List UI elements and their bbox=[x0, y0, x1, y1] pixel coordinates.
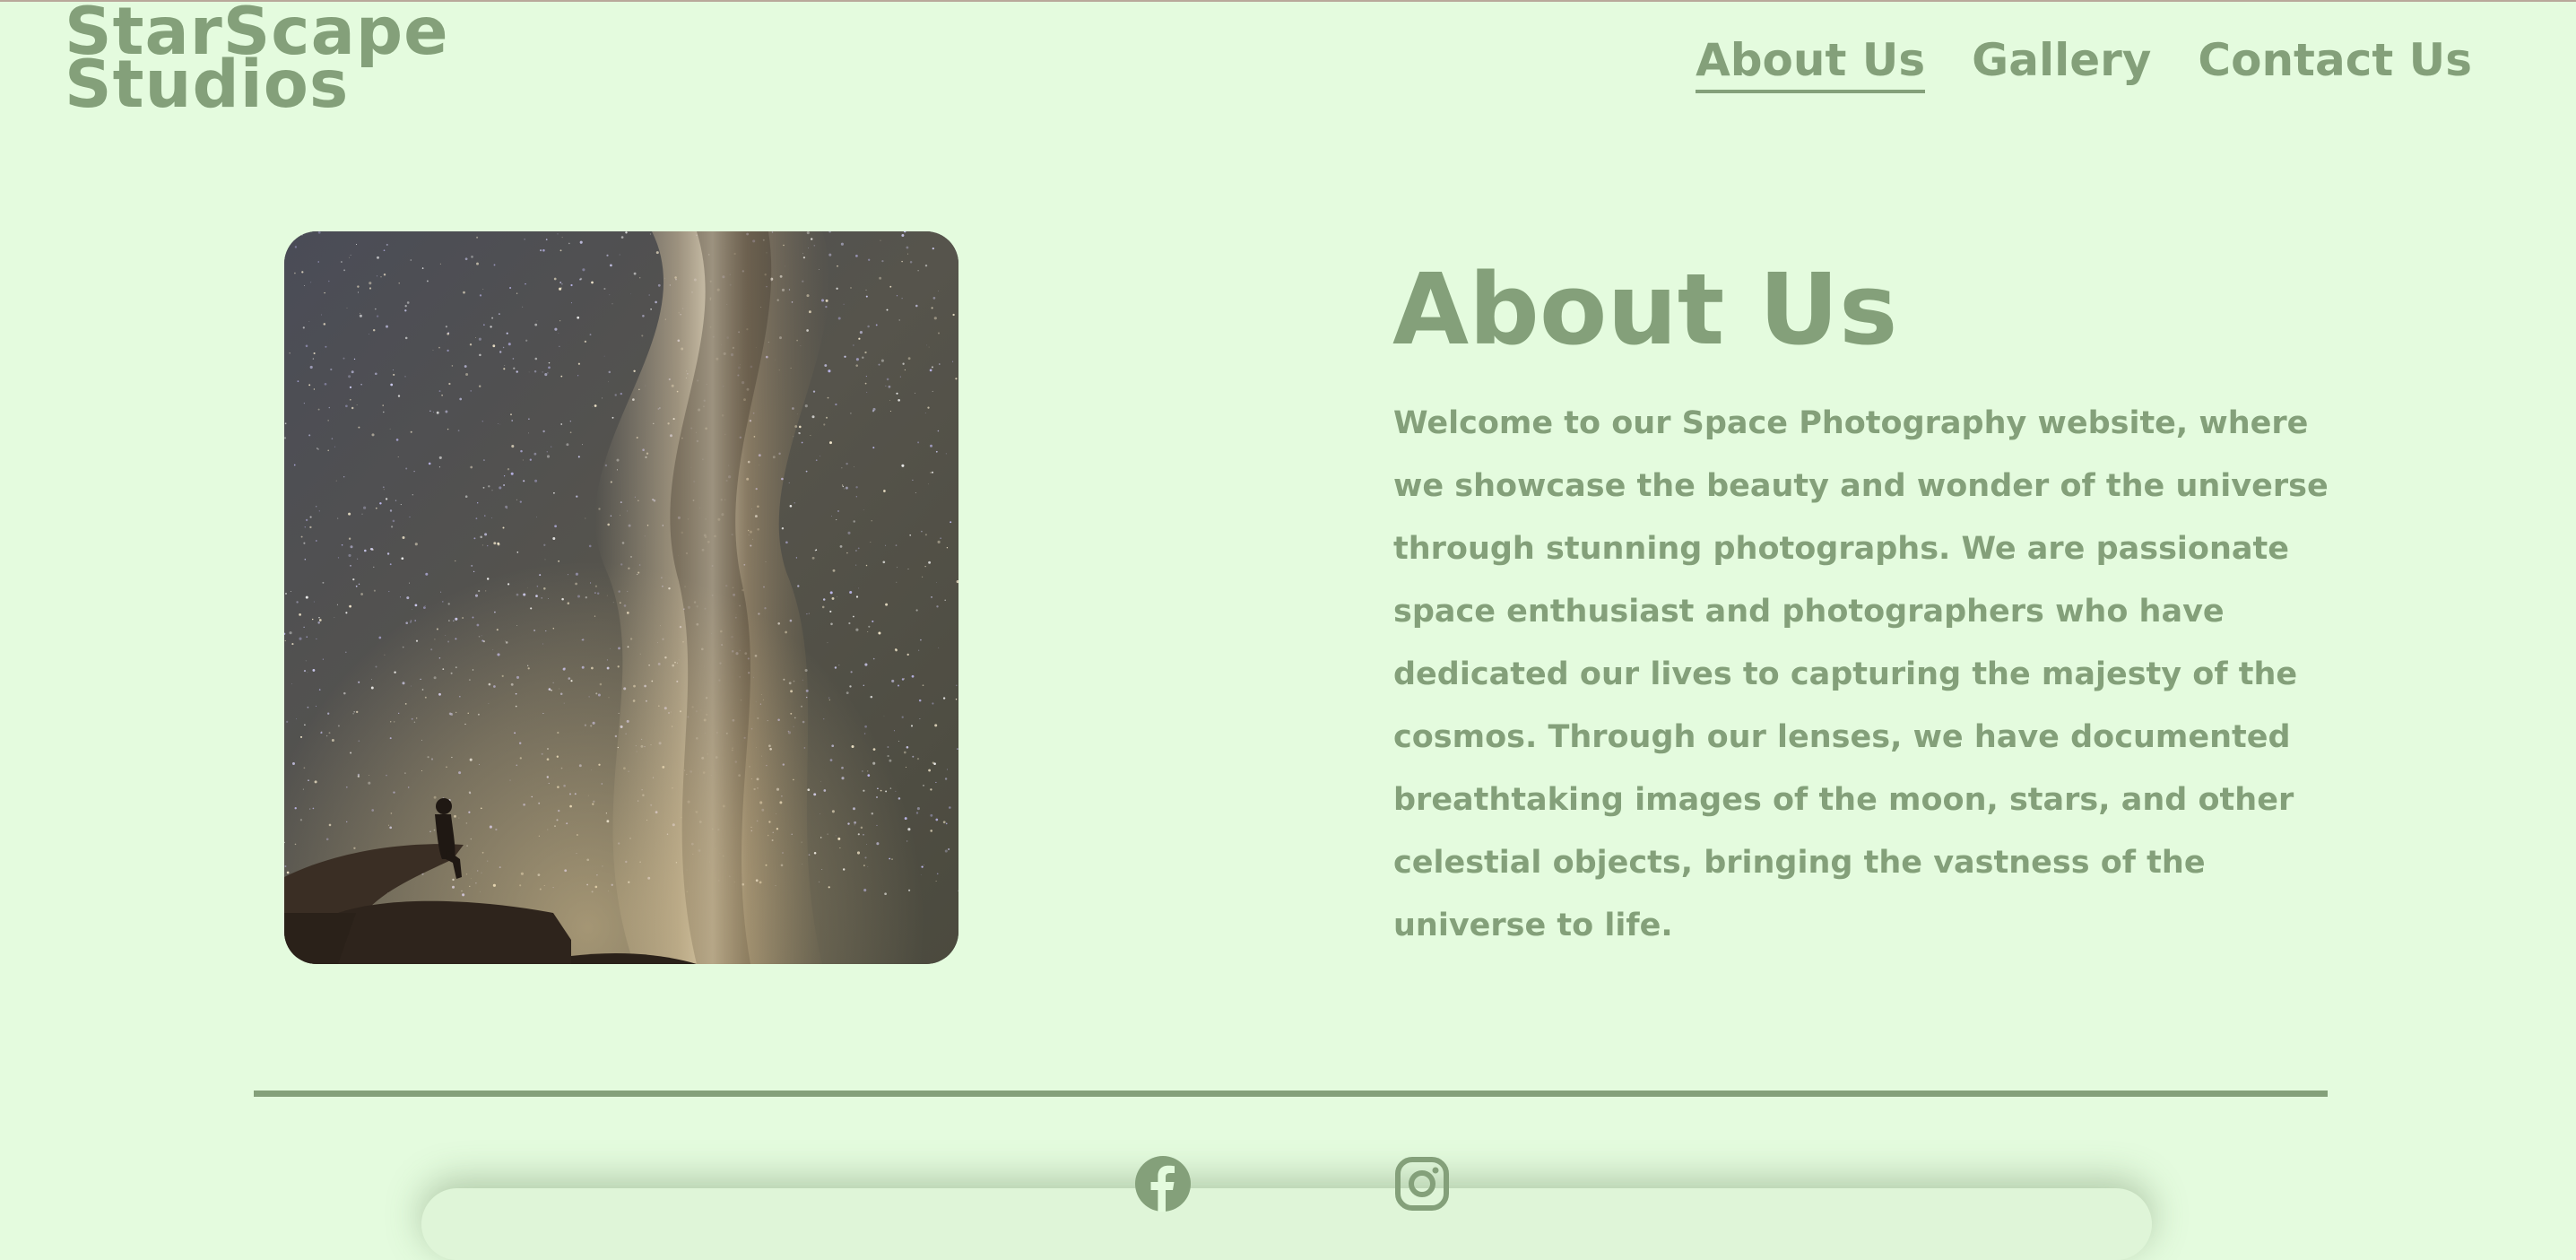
nav-link-contact-us[interactable]: Contact Us bbox=[2198, 30, 2472, 93]
page-title: About Us bbox=[1392, 252, 1898, 367]
nav-link-gallery[interactable]: Gallery bbox=[1972, 30, 2151, 93]
about-description: Welcome to our Space Photography website… bbox=[1393, 405, 2329, 943]
footer-divider bbox=[254, 1091, 2328, 1097]
instagram-icon[interactable] bbox=[1393, 1155, 1451, 1212]
footer-bar bbox=[421, 1188, 2152, 1260]
facebook-icon[interactable] bbox=[1134, 1155, 1192, 1212]
nav-link-about-us[interactable]: About Us bbox=[1696, 30, 1926, 93]
site-logo[interactable]: StarScape Studios bbox=[65, 0, 449, 117]
milky-way-photo bbox=[284, 231, 958, 964]
main-nav: About Us Gallery Contact Us bbox=[1696, 30, 2472, 93]
